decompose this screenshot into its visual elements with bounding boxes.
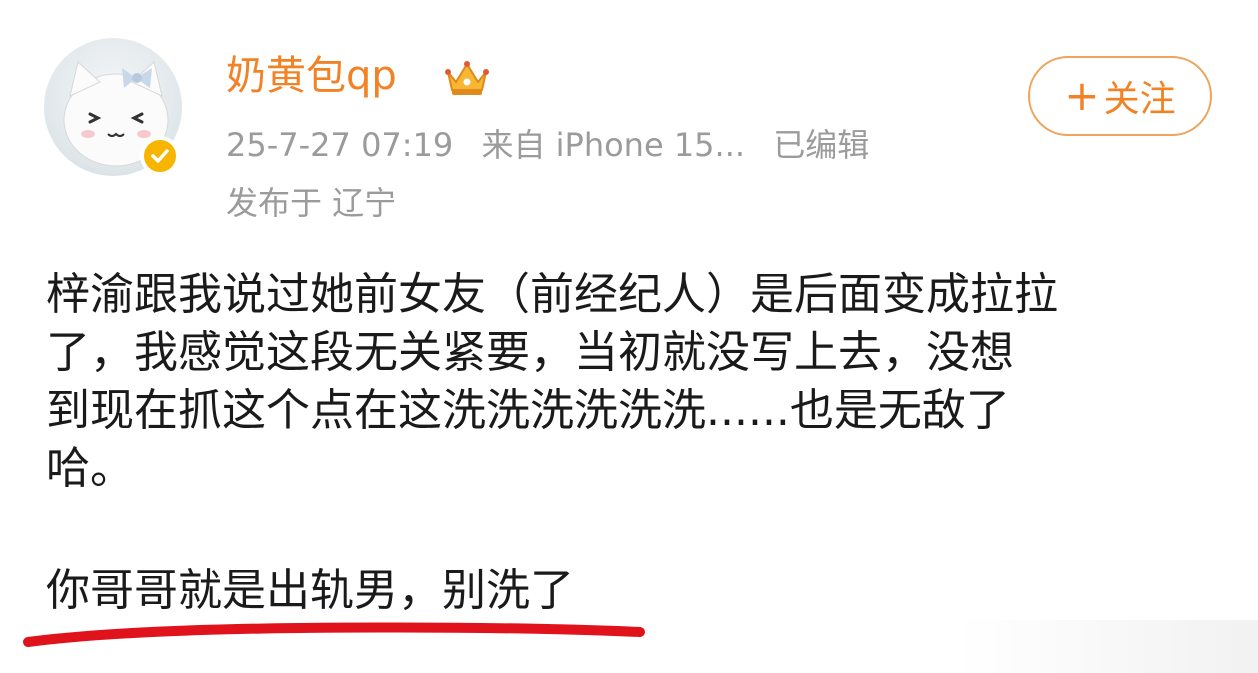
- red-underline-mark: [23, 622, 645, 647]
- edited-label[interactable]: 已编辑: [773, 126, 869, 164]
- post-line: 到现在抓这个点在这洗洗洗洗洗洗......也是无敌了: [46, 385, 1010, 436]
- post-meta: 25-7-27 07:19 来自 iPhone 15... 已编辑: [226, 122, 887, 168]
- timestamp[interactable]: 25-7-27 07:19: [226, 126, 453, 164]
- plus-icon: +: [1064, 71, 1100, 120]
- crown-badge-icon[interactable]: [444, 56, 490, 98]
- post-line: 哈。: [46, 443, 134, 494]
- location: 发布于 辽宁: [226, 184, 397, 222]
- username[interactable]: 奶黄包qp: [226, 48, 397, 104]
- follow-button[interactable]: + 关注: [1028, 56, 1212, 136]
- verified-check-icon: [140, 136, 180, 176]
- post-line: 梓渝跟我说过她前女友（前经纪人）是后面变成拉拉: [46, 269, 1058, 320]
- weibo-post: 奶黄包qp 25-7-27 07:19 来自 iPhone 15... 已编辑 …: [0, 0, 1258, 673]
- follow-label: 关注: [1103, 79, 1176, 120]
- post-line: 了，我感觉这段无关紧要，当初就没写上去，没想: [46, 327, 1014, 378]
- fade-overlay: [958, 620, 1258, 673]
- source-device: 来自 iPhone 15...: [481, 126, 746, 164]
- post-body: 梓渝跟我说过她前女友（前经纪人）是后面变成拉拉 了，我感觉这段无关紧要，当初就没…: [46, 266, 1206, 498]
